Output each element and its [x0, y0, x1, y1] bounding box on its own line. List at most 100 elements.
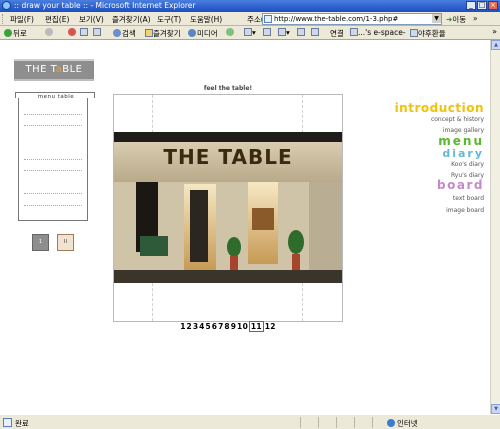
page-two-button[interactable]: II — [57, 234, 74, 251]
maximize-button[interactable]: □ — [477, 1, 487, 10]
internet-globe-icon — [387, 419, 395, 427]
gallery-caption: feel the table! — [203, 85, 253, 92]
divider — [24, 170, 82, 171]
page-link[interactable]: 10 — [237, 322, 248, 331]
refresh-icon — [80, 28, 88, 36]
home-button[interactable] — [93, 28, 101, 37]
menu-help[interactable]: 도움말(H) — [190, 14, 222, 25]
page-link[interactable]: 12 — [265, 322, 276, 331]
messenger-button[interactable] — [311, 28, 319, 37]
links-chevron[interactable]: » — [473, 14, 478, 23]
history-button[interactable] — [226, 28, 235, 37]
toolbar-more-chevron[interactable]: » — [492, 27, 497, 36]
page-link[interactable]: 7 — [218, 322, 224, 331]
nav-text-board[interactable]: text board — [453, 195, 484, 202]
page-link[interactable]: 1 — [180, 322, 186, 331]
page-done-icon — [3, 418, 12, 427]
print-button[interactable] — [263, 28, 271, 37]
mail-icon — [244, 28, 252, 36]
media-icon — [188, 29, 196, 37]
link-page-icon — [410, 29, 418, 37]
search-icon — [113, 29, 121, 37]
menu-favorites[interactable]: 즐겨찾기(A) — [112, 14, 151, 25]
page-content: THE TaBLE menu table introduction concep… — [0, 40, 490, 414]
ie-icon — [2, 1, 11, 10]
mail-button[interactable]: ▾ — [244, 28, 256, 37]
menu-edit[interactable]: 편집(E) — [45, 14, 69, 25]
favorites-button[interactable]: 즐겨찾기 — [145, 28, 181, 39]
link-espace[interactable]: ...'s e-space- — [350, 28, 406, 37]
nav-introduction[interactable]: introduction — [395, 101, 484, 115]
address-value: http://www.the-table.com/1-3.php# — [274, 15, 399, 23]
window-title: :: draw your table :: - Microsoft Intern… — [14, 1, 196, 10]
stop-button[interactable] — [68, 28, 77, 37]
page-link[interactable]: 9 — [231, 322, 237, 331]
divider — [24, 193, 82, 194]
page-toggle-buttons: 1 II — [32, 234, 74, 251]
close-button[interactable]: × — [488, 1, 498, 10]
favorites-icon — [145, 29, 153, 37]
address-dropdown-icon[interactable]: ▼ — [432, 14, 441, 23]
links-label: 연결 — [330, 29, 344, 38]
vertical-scrollbar[interactable]: ▲ ▼ — [490, 40, 500, 414]
home-icon — [93, 28, 101, 36]
back-button[interactable]: 뒤로 — [4, 28, 27, 39]
status-divider — [372, 417, 373, 428]
gallery-photo[interactable]: THE TABLE — [114, 132, 342, 283]
nav-image-board[interactable]: image board — [446, 207, 484, 214]
divider — [24, 159, 82, 160]
forward-button[interactable] — [45, 28, 54, 37]
nav-header: menu table — [37, 94, 75, 100]
discuss-button[interactable] — [297, 28, 305, 37]
search-button[interactable]: 검색 — [113, 28, 136, 39]
edit-button[interactable]: ▾ — [278, 28, 290, 37]
status-divider — [354, 417, 355, 428]
site-logo[interactable]: THE TaBLE — [14, 59, 94, 79]
page-link[interactable]: 6 — [212, 322, 218, 331]
media-button[interactable]: 미디어 — [188, 28, 218, 39]
nav-menu[interactable]: menu — [438, 134, 484, 148]
scroll-down-icon[interactable]: ▼ — [491, 404, 500, 414]
nav-board[interactable]: board — [437, 178, 484, 192]
scroll-up-icon[interactable]: ▲ — [491, 40, 500, 50]
status-divider — [300, 417, 301, 428]
page-link[interactable]: 8 — [224, 322, 230, 331]
nav-image-gallery[interactable]: image gallery — [443, 127, 484, 134]
page-link[interactable]: 5 — [205, 322, 211, 331]
photo-sign-text: THE TABLE — [163, 145, 292, 169]
nav-concept-history[interactable]: concept & history — [431, 116, 484, 123]
go-button[interactable]: ➜이동 — [446, 14, 466, 25]
divider — [24, 205, 82, 206]
page-link-current[interactable]: 11 — [248, 321, 264, 332]
page-icon — [264, 15, 272, 23]
menu-bar: 파일(F) 편집(E) 보기(V) 즐겨찾기(A) 도구(T) 도움말(H) 주… — [0, 12, 500, 26]
menu-view[interactable]: 보기(V) — [79, 14, 104, 25]
logo-shadow — [14, 79, 94, 81]
status-bar: 완료 인터넷 — [0, 414, 500, 429]
window-controls: _ □ × — [466, 1, 498, 10]
page-link[interactable]: 2 — [187, 322, 193, 331]
messenger-icon — [311, 28, 319, 36]
gallery-pagination: 12345678910 11 12 — [113, 321, 343, 332]
storefront-image: THE TABLE — [114, 132, 342, 283]
menu-file[interactable]: 파일(F) — [10, 14, 34, 25]
discuss-icon — [297, 28, 305, 36]
menu-tools[interactable]: 도구(T) — [157, 14, 181, 25]
history-icon — [226, 28, 234, 36]
address-bar[interactable]: http://www.the-table.com/1-3.php# — [262, 13, 442, 25]
minimize-button[interactable]: _ — [466, 1, 476, 10]
nav-diary[interactable]: diary — [442, 147, 484, 160]
edit-icon — [278, 28, 286, 36]
title-bar: :: draw your table :: - Microsoft Intern… — [0, 0, 500, 12]
nav-koo-diary[interactable]: Koo's diary — [451, 161, 484, 168]
link-page-icon — [350, 28, 358, 36]
back-arrow-icon — [4, 29, 12, 37]
link-yahoo-exchange[interactable]: 야후환율 — [410, 28, 446, 39]
page-link[interactable]: 3 — [193, 322, 199, 331]
toolbar-grip — [2, 14, 5, 24]
refresh-button[interactable] — [80, 28, 88, 37]
page-link[interactable]: 4 — [199, 322, 205, 331]
toolbar: 뒤로 검색 즐겨찾기 미디어 ▾ ▾ 연결 ...'s e-space- 야후환… — [0, 26, 500, 40]
status-text: 완료 — [15, 419, 29, 428]
page-one-button[interactable]: 1 — [32, 234, 49, 251]
